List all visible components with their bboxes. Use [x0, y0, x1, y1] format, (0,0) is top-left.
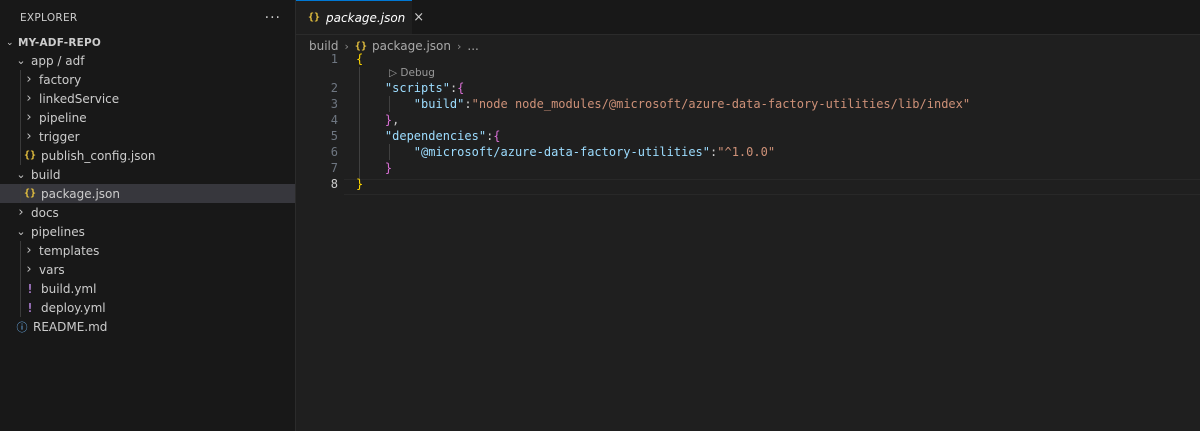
yaml-file-icon: ! [26, 281, 34, 296]
tree-folder-app-adf[interactable]: ⌄ app / adf [0, 51, 295, 70]
json-string: "^1.0.0" [717, 145, 776, 159]
tree-folder-pipeline[interactable]: › pipeline [0, 108, 295, 127]
json-key: "scripts" [384, 81, 450, 95]
chevron-right-icon: › [26, 72, 32, 87]
tree-item-label: docs [31, 205, 59, 220]
current-line-highlight [344, 179, 1200, 195]
tree-item-label: package.json [41, 186, 121, 201]
tree-file-package-json[interactable]: {} package.json [0, 184, 295, 203]
json-file-icon: {} [354, 40, 367, 52]
chevron-right-icon: › [26, 91, 32, 106]
tree-item-label: vars [39, 262, 65, 277]
tab-package-json[interactable]: {} package.json × [296, 0, 424, 34]
chevron-down-icon: ⌄ [6, 37, 14, 48]
json-key: "dependencies" [384, 129, 487, 143]
info-icon: ⓘ [16, 320, 28, 334]
json-file-icon: {} [23, 150, 37, 161]
tree-item-label: factory [39, 72, 82, 87]
json-file-icon: {} [308, 12, 321, 23]
code-line: 2 "scripts":{ [296, 80, 1200, 96]
explorer-header: EXPLORER ··· [0, 0, 295, 36]
line-number: 8 [330, 177, 338, 191]
tree-folder-docs[interactable]: › docs [0, 203, 295, 222]
explorer-title: EXPLORER [20, 12, 78, 24]
codelens-label: Debug [400, 67, 435, 79]
json-key: "@microsoft/azure-data-factory-utilities… [413, 145, 711, 159]
tree-folder-linkedservice[interactable]: › linkedService [0, 89, 295, 108]
tab-bar: {} package.json × [296, 0, 1200, 35]
line-number: 6 [330, 145, 338, 159]
tree-folder-build[interactable]: ⌄ build [0, 165, 295, 184]
tree-item-label: linkedService [39, 91, 120, 106]
tree-folder-factory[interactable]: › factory [0, 70, 295, 89]
json-key: "build" [413, 97, 465, 111]
chevron-down-icon: ⌄ [16, 225, 26, 238]
code-line: 4 }, [296, 112, 1200, 128]
close-icon[interactable]: × [413, 10, 424, 25]
workspace-root[interactable]: ⌄ MY-ADF-REPO [0, 33, 101, 52]
tree-item-label: templates [39, 243, 100, 258]
tree-folder-pipelines[interactable]: ⌄ pipelines [0, 222, 295, 241]
line-number: 4 [330, 113, 338, 127]
tree-item-label: build [31, 167, 61, 182]
code-line: 7 } [296, 160, 1200, 176]
line-number: 7 [330, 161, 338, 175]
tree-indent-guide [20, 184, 21, 203]
tab-label: package.json [326, 10, 406, 25]
tree-folder-vars[interactable]: › vars [0, 260, 295, 279]
more-actions-icon[interactable]: ··· [265, 10, 281, 26]
editor-area: {} package.json × build › {} package.jso… [296, 0, 1200, 431]
chevron-right-icon: › [18, 205, 24, 220]
tree-file-publish-config-json[interactable]: {} publish_config.json [0, 146, 295, 165]
tree-folder-templates[interactable]: › templates [0, 241, 295, 260]
workspace-root-label: MY-ADF-REPO [18, 36, 101, 49]
tree-folder-trigger[interactable]: › trigger [0, 127, 295, 146]
yaml-file-icon: ! [26, 300, 34, 315]
code-line: 6 "@microsoft/azure-data-factory-utiliti… [296, 144, 1200, 160]
tree-item-label: build.yml [41, 281, 97, 296]
play-icon: ▷ [389, 67, 401, 79]
tree-indent-guide [20, 70, 21, 165]
chevron-down-icon: ⌄ [16, 168, 26, 181]
line-number: 5 [330, 129, 338, 143]
json-string: "node node_modules/@microsoft/azure-data… [471, 97, 971, 111]
chevron-right-icon: › [26, 243, 32, 258]
line-number: 3 [330, 97, 338, 111]
tree-item-label: pipelines [31, 224, 85, 239]
chevron-right-icon: › [26, 262, 32, 277]
explorer-sidebar: EXPLORER ··· ⌄ MY-ADF-REPO ⌄ app / adf › fa… [0, 0, 296, 431]
code-line: 1 { [296, 51, 1200, 67]
tree-file-readme-md[interactable]: ⓘ README.md [0, 317, 295, 336]
code-line: 5 "dependencies":{ [296, 128, 1200, 144]
line-number: 2 [330, 81, 338, 95]
chevron-right-icon: › [26, 110, 32, 125]
tree-indent-guide [20, 241, 21, 317]
tree-item-label: trigger [39, 129, 80, 144]
tree-file-deploy-yml[interactable]: ! deploy.yml [0, 298, 295, 317]
tree-item-label: pipeline [39, 110, 87, 125]
tree-item-label: publish_config.json [41, 148, 156, 163]
json-file-icon: {} [23, 188, 37, 199]
tree-item-label: deploy.yml [41, 300, 106, 315]
tree-file-build-yml[interactable]: ! build.yml [0, 279, 295, 298]
debug-codelens[interactable]: ▷ Debug [296, 67, 1200, 80]
file-tree: ⌄ app / adf › factory › linkedService › pipelin… [0, 51, 295, 336]
chevron-down-icon: ⌄ [16, 54, 26, 67]
code-editor[interactable]: 1 { ▷ Debug 2 "scripts":{ 3 "build":"nod… [296, 51, 1200, 195]
chevron-right-icon: › [26, 129, 32, 144]
tree-item-label: app / adf [31, 53, 85, 68]
line-number: 1 [330, 52, 338, 66]
code-line: 3 "build":"node node_modules/@microsoft/… [296, 96, 1200, 112]
tree-item-label: README.md [33, 319, 108, 334]
